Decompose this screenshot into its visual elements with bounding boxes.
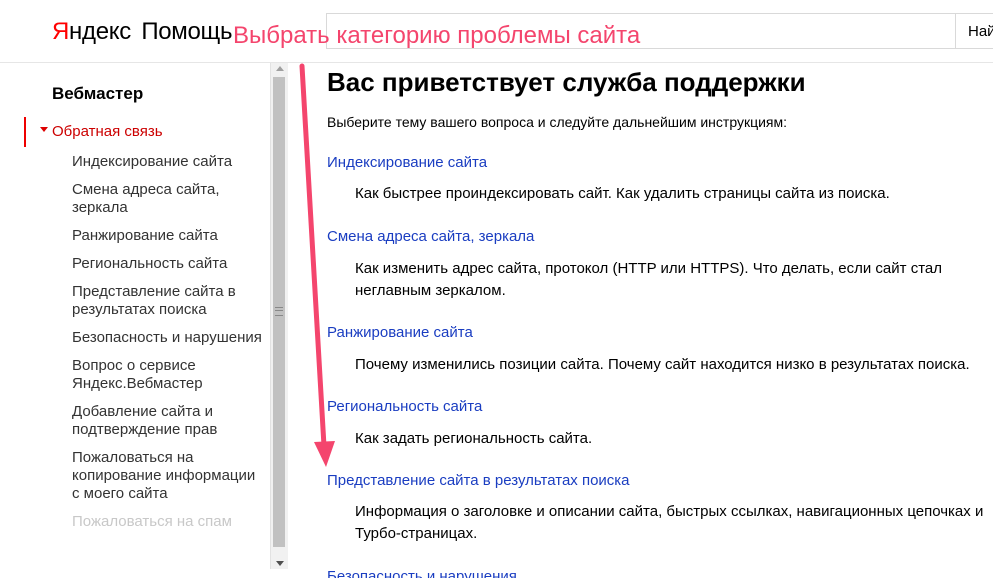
topic-link-security[interactable]: Безопасность и нарушения [327, 568, 517, 578]
sidebar-nav-list: Индексирование сайта Смена адреса сайта,… [72, 153, 262, 541]
scroll-down-arrow-icon[interactable] [276, 561, 284, 566]
sidebar-item-search-presentation[interactable]: Представление сайта в результатах поиска [72, 283, 262, 319]
grip-icon [275, 307, 283, 316]
logo-brand-first-letter: Я [52, 18, 70, 45]
topic-link-ranking[interactable]: Ранжирование сайта [327, 324, 473, 342]
sidebar-item-spam-complaint[interactable]: Пожаловаться на спам [72, 513, 262, 531]
logo-brand-rest: ндекс [69, 18, 131, 45]
page-title: Вас приветствует служба поддержки [327, 67, 806, 97]
sidebar-item-security[interactable]: Безопасность и нарушения [72, 329, 262, 347]
triangle-down-icon [40, 127, 48, 132]
sidebar-title[interactable]: Вебмастер [52, 83, 143, 105]
sidebar-item-ranking[interactable]: Ранжирование сайта [72, 227, 262, 245]
topic-desc-indexing: Как быстрее проиндексировать сайт. Как у… [355, 185, 890, 202]
topic-link-search-presentation[interactable]: Представление сайта в результатах поиска [327, 472, 630, 490]
sidebar-section-label: Обратная связь [52, 123, 163, 140]
sidebar-scroll-area: Вебмастер Обратная связь Индексирование … [0, 63, 270, 578]
page: Яндекс Помощь Най Вебмастер Обратная свя… [0, 0, 993, 578]
scroll-up-arrow-icon[interactable] [276, 66, 284, 71]
sidebar-item-copy-complaint[interactable]: Пожаловаться на копирование информации с… [72, 449, 262, 503]
annotation-text: Выбрать категорию проблемы сайта [233, 22, 641, 49]
topic-link-regionality[interactable]: Региональность сайта [327, 398, 482, 416]
sidebar-item-indexing[interactable]: Индексирование сайта [72, 153, 262, 171]
topic-desc-regionality: Как задать региональность сайта. [355, 430, 593, 447]
yandex-help-logo[interactable]: Яндекс Помощь [52, 18, 233, 46]
scroll-thumb[interactable] [273, 77, 285, 547]
main-content: Вас приветствует служба поддержки Выбери… [327, 63, 993, 578]
topic-link-mirrors[interactable]: Смена адреса сайта, зеркала [327, 228, 534, 246]
topic-link-indexing[interactable]: Индексирование сайта [327, 154, 487, 172]
sidebar-item-webmaster-question[interactable]: Вопрос о сервисе Яндекс.Вебмастер [72, 357, 262, 393]
search-button[interactable]: Най [955, 14, 993, 48]
intro-text: Выберите тему вашего вопроса и следуйте … [327, 114, 788, 130]
sidebar: Вебмастер Обратная связь Индексирование … [0, 63, 288, 578]
logo-product: Помощь [141, 18, 233, 45]
topic-desc-mirrors: Как изменить адрес сайта, протокол (HTTP… [355, 260, 942, 299]
sidebar-item-regionality[interactable]: Региональность сайта [72, 255, 262, 273]
sidebar-section-feedback[interactable]: Обратная связь [24, 117, 270, 147]
sidebar-scrollbar[interactable] [270, 63, 288, 569]
sidebar-item-mirrors[interactable]: Смена адреса сайта, зеркала [72, 181, 262, 217]
topic-desc-ranking: Почему изменились позиции сайта. Почему … [355, 356, 970, 373]
topic-desc-search-presentation: Информация о заголовке и описании сайта,… [355, 503, 984, 542]
sidebar-item-add-site[interactable]: Добавление сайта и подтверждение прав [72, 403, 262, 439]
